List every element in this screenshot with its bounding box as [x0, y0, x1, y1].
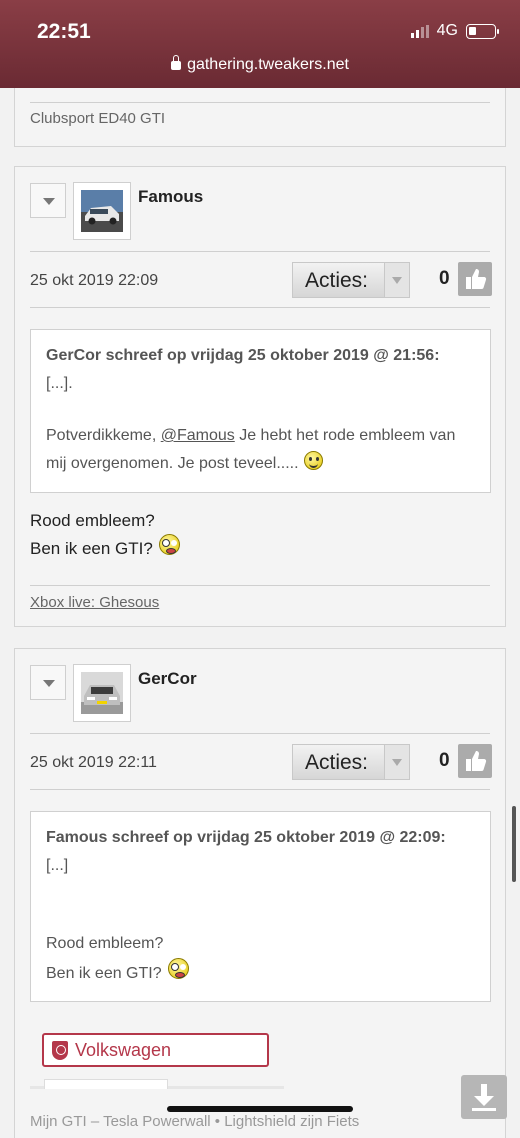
- signal-icon: [410, 24, 429, 38]
- chevron-down-icon: [384, 263, 409, 297]
- signature-link[interactable]: Xbox live: Ghesous: [30, 594, 159, 611]
- quote-text: Potverdikkeme,: [46, 427, 161, 444]
- url-text: gathering.tweakers.net: [187, 56, 349, 73]
- post-body-line: Rood embleem?: [30, 511, 155, 530]
- post-body-text: Ben ik een GTI?: [30, 539, 153, 558]
- quote-text-line1: Potverdikkeme, @Famous Je hebt het rode …: [46, 422, 455, 450]
- divider: [30, 789, 490, 790]
- quote-text: Je hebt het rode embleem van: [234, 427, 456, 444]
- lock-icon: [171, 55, 182, 70]
- quote-ellipsis: [...].: [46, 375, 73, 392]
- divider: [30, 102, 490, 103]
- actions-dropdown[interactable]: Acties:: [292, 262, 410, 298]
- quote-block: GerCor schreef op vrijdag 25 oktober 201…: [30, 329, 491, 493]
- status-indicators: 4G: [410, 22, 499, 40]
- post-signature: Clubsport ED40 GTI: [30, 110, 166, 127]
- quote-header: GerCor schreef op vrijdag 25 oktober 201…: [46, 347, 440, 364]
- download-icon: [472, 1084, 496, 1111]
- quote-header: Famous schreef op vrijdag 25 oktober 201…: [46, 829, 446, 846]
- post-body: Rood embleem? Ben ik een GTI?: [30, 507, 180, 562]
- post-score: 0: [439, 268, 450, 289]
- post-toggle-button[interactable]: [30, 183, 66, 218]
- quote-text: Ben ik een GTI?: [46, 965, 162, 982]
- badge-next: [44, 1079, 168, 1089]
- dizzy-smiley-icon: [158, 534, 180, 555]
- quote-block: Famous schreef op vrijdag 25 oktober 201…: [30, 811, 491, 1002]
- download-button[interactable]: [461, 1075, 507, 1119]
- avatar[interactable]: [73, 664, 131, 722]
- badge-label: Volkswagen: [75, 1040, 172, 1060]
- avatar[interactable]: [73, 182, 131, 240]
- divider: [30, 251, 490, 252]
- url-bar[interactable]: gathering.tweakers.net: [0, 55, 520, 74]
- post-date: 25 okt 2019 22:11: [30, 754, 157, 771]
- actions-dropdown[interactable]: Acties:: [292, 744, 410, 780]
- post-toggle-button[interactable]: [30, 665, 66, 700]
- quote-text-line2: Ben ik een GTI?: [46, 958, 189, 988]
- post-body-line: Ben ik een GTI?: [30, 534, 180, 562]
- home-indicator[interactable]: [167, 1106, 353, 1112]
- actions-label: Acties:: [305, 751, 369, 774]
- post-card: Famous 25 okt 2019 22:09 Acties: 0 GerCo…: [14, 166, 506, 627]
- avatar-image: [81, 672, 123, 714]
- actions-label: Acties:: [305, 269, 369, 292]
- post-date: 25 okt 2019 22:09: [30, 272, 159, 289]
- network-label: 4G: [436, 22, 458, 39]
- chevron-down-icon: [384, 745, 409, 779]
- quote-text: mij overgenomen. Je post teveel.....: [46, 455, 299, 472]
- quote-ellipsis: [...]: [46, 857, 69, 874]
- thumbs-up-icon: [466, 751, 487, 771]
- dizzy-smiley-icon: [167, 958, 189, 979]
- post-username[interactable]: GerCor: [138, 669, 197, 689]
- brand-badge[interactable]: Volkswagen: [42, 1033, 269, 1067]
- volkswagen-shield-icon: [52, 1041, 68, 1060]
- mention-link[interactable]: @Famous: [161, 427, 235, 444]
- like-button[interactable]: [458, 744, 492, 778]
- divider: [30, 733, 490, 734]
- signature-text: Mijn GTI – Tesla Powerwall • Lightshield…: [30, 1113, 360, 1130]
- post-username[interactable]: Famous: [138, 187, 203, 207]
- browser-header: 22:51 4G gathering.tweakers.net: [0, 0, 520, 88]
- quote-text-line1: Rood embleem?: [46, 935, 164, 952]
- battery-icon: [466, 23, 499, 39]
- scrollbar[interactable]: [512, 806, 516, 882]
- divider: [30, 585, 490, 586]
- post-score: 0: [439, 750, 450, 771]
- like-button[interactable]: [458, 262, 492, 296]
- quote-text-line2: mij overgenomen. Je post teveel.....: [46, 450, 323, 478]
- status-time: 22:51: [37, 20, 91, 43]
- divider: [30, 307, 490, 308]
- post-card-previous: Clubsport ED40 GTI: [14, 88, 506, 147]
- smiley-icon: [303, 451, 323, 470]
- thumbs-up-icon: [466, 269, 487, 289]
- avatar-image: [81, 190, 123, 232]
